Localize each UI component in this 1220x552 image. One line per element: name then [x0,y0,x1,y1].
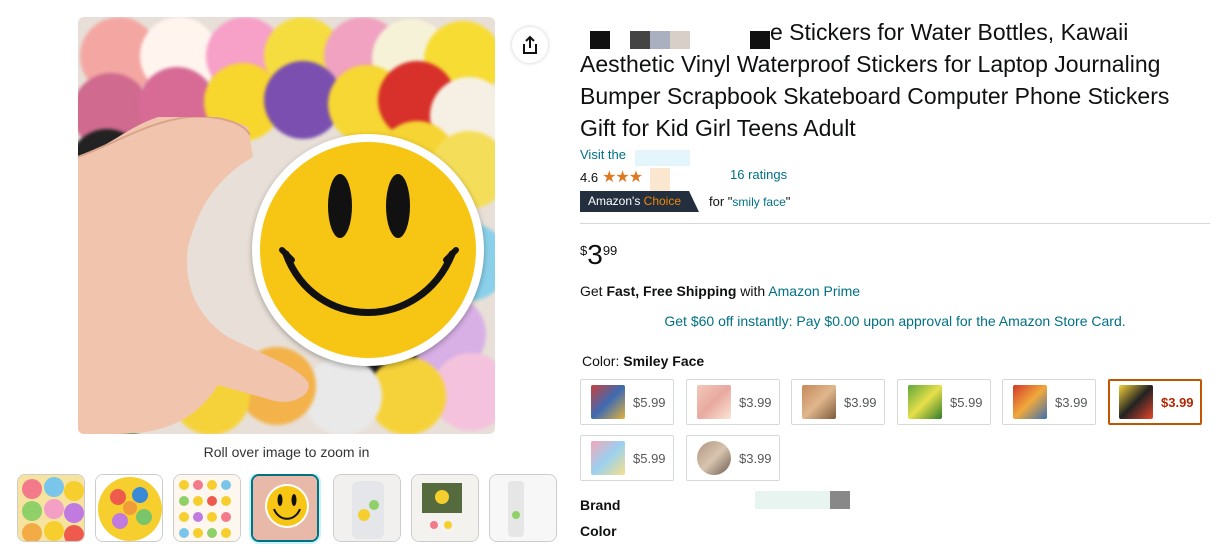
thumbnail-image [18,475,84,541]
amazons-choice-badge[interactable]: Amazon's Choice for "smily face" [580,191,790,212]
swatch-price: $3.99 [844,394,877,410]
redacted-block [635,150,690,166]
main-product-image[interactable] [78,17,495,434]
price: $399 [580,239,618,270]
thumbnail-image [334,475,400,541]
swatch-thumbnail [697,441,731,475]
swatch-price: $5.99 [633,450,666,466]
thumbnail-4[interactable] [251,474,319,542]
swatch-price: $3.99 [1055,394,1088,410]
color-swatch-7[interactable]: $5.99 [580,435,674,481]
redacted-block [650,31,670,49]
color-swatch-1[interactable]: $5.99 [580,379,674,425]
amazon-prime-link[interactable]: Amazon Prime [768,283,860,299]
thumbnail-6[interactable] [411,474,479,542]
redacted-block [830,491,850,509]
thumbnail-1[interactable] [17,474,85,542]
smiley-sticker [252,134,484,366]
color-swatch-5[interactable]: $3.99 [1002,379,1096,425]
swatch-price: $3.99 [1161,394,1194,410]
redacted-block [750,31,770,49]
redacted-block [755,491,830,509]
swatch-thumbnail [802,385,836,419]
divider [580,223,1210,224]
store-card-offer-link[interactable]: Get $60 off instantly: Pay $0.00 upon ap… [580,313,1210,329]
redacted-block [670,31,690,49]
thumbnail-image [253,476,317,540]
thumbnail-strip [17,474,557,544]
star-rating-icon: ★★★ [602,169,643,186]
brand-label: Brand [580,497,621,513]
color-swatch-2[interactable]: $3.99 [686,379,780,425]
thumbnail-3[interactable] [173,474,241,542]
color-swatch-8[interactable]: $3.99 [686,435,780,481]
swatch-thumbnail [1119,385,1153,419]
thumbnail-5[interactable] [333,474,401,542]
color-selector-label: Color: Smiley Face [582,353,705,369]
thumbnail-7[interactable] [489,474,557,542]
swatch-thumbnail [697,385,731,419]
thumbnail-image [96,475,162,541]
redacted-block [590,31,610,49]
ratings-count-link[interactable]: 16 ratings [730,167,787,182]
redacted-block [630,31,650,49]
swatch-thumbnail [1013,385,1047,419]
color-swatch-6[interactable]: $3.99 [1108,379,1202,425]
choice-label: Amazon's Choice [580,191,700,212]
rating-value: 4.6 [580,169,599,185]
share-icon [523,35,537,54]
swatch-thumbnail [908,385,942,419]
color-swatch-4[interactable]: $5.99 [897,379,991,425]
swatch-thumbnail [591,385,625,419]
share-button[interactable] [512,27,548,63]
swatch-thumbnail [591,441,625,475]
swatch-price: $3.99 [739,450,772,466]
thumbnail-image [412,475,478,541]
swatch-price: $5.99 [633,394,666,410]
thumbnail-2[interactable] [95,474,163,542]
swatch-price: $3.99 [739,394,772,410]
thumbnail-image [174,475,240,541]
color-spec-label: Color [580,523,617,539]
visit-store-link[interactable]: Visit the [580,147,626,162]
swatch-price: $5.99 [950,394,983,410]
shipping-info: Get Fast, Free Shipping with Amazon Prim… [580,283,861,299]
choice-keyword: for "smily face" [709,194,791,209]
rating-summary[interactable]: 4.6 ★★★ [580,167,643,187]
zoom-hint: Roll over image to zoom in [203,444,370,460]
thumbnail-image [490,475,556,541]
smiley-face-icon [279,174,459,316]
color-swatch-3[interactable]: $3.99 [791,379,885,425]
